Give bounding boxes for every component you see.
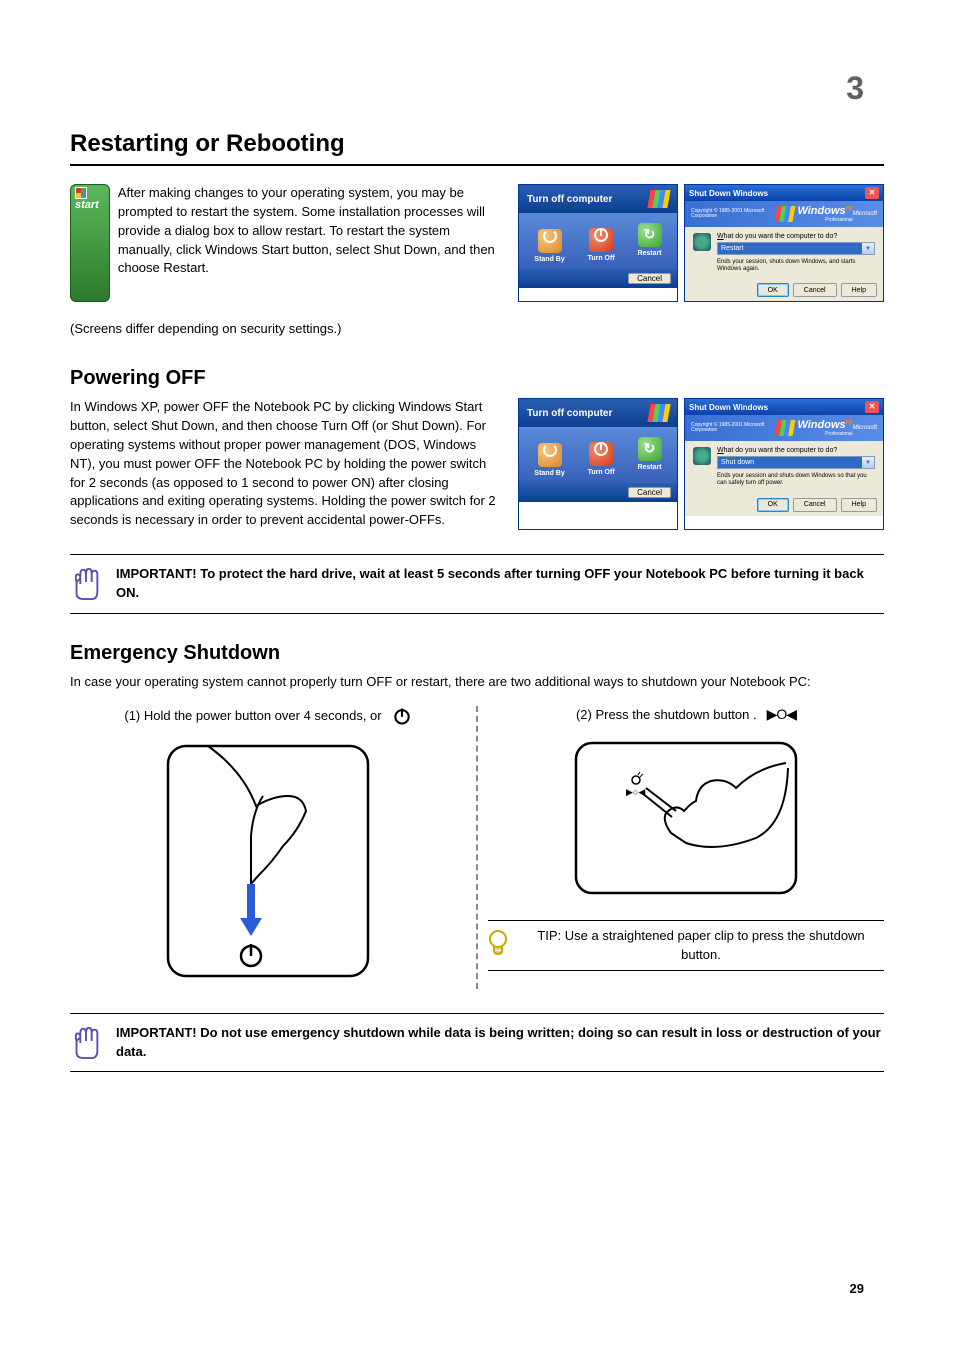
windows-flag-icon bbox=[775, 206, 796, 222]
restart-button[interactable]: Restart bbox=[637, 223, 661, 263]
turn-off-icon bbox=[589, 228, 613, 252]
chapter-number: 3 bbox=[846, 70, 864, 107]
start-button-label: start bbox=[75, 199, 99, 211]
ok-button[interactable]: OK bbox=[757, 498, 789, 512]
vertical-divider bbox=[476, 706, 478, 989]
turn-off-icon bbox=[589, 442, 613, 466]
emergency-paragraph: In case your operating system cannot pro… bbox=[70, 673, 884, 692]
method1-caption: (1) Hold the power button over 4 seconds… bbox=[124, 708, 381, 723]
turn-off-computer-panel-shutdown: Turn off computer Stand By Turn Off Rest… bbox=[518, 398, 678, 530]
copyright-text: Copyright © 1985-2001 Microsoft Corporat… bbox=[691, 209, 776, 220]
standby-icon bbox=[538, 229, 562, 253]
copyright-text: Copyright © 1985-2001 Microsoft Corporat… bbox=[691, 423, 776, 434]
restart-icon bbox=[638, 223, 662, 247]
reset-glyph-icon: ▶○◀ bbox=[626, 787, 645, 797]
restart-icon bbox=[638, 437, 662, 461]
hand-stop-icon bbox=[70, 565, 102, 601]
shield-icon bbox=[693, 233, 711, 251]
chevron-down-icon: ▼ bbox=[862, 243, 874, 254]
action-description: Ends your session and shuts down Windows… bbox=[717, 473, 875, 487]
restart-paragraph: After making changes to your operating s… bbox=[118, 184, 498, 302]
turn-off-title: Turn off computer bbox=[527, 194, 612, 205]
turn-off-title: Turn off computer bbox=[527, 408, 612, 419]
important-text: IMPORTANT! Do not use emergency shutdown… bbox=[116, 1024, 884, 1062]
turn-off-computer-panel-restart: Turn off computer Stand By Turn Off Rest… bbox=[518, 184, 678, 302]
shutdown-action-select[interactable]: Restart ▼ bbox=[717, 242, 875, 255]
standby-icon bbox=[538, 443, 562, 467]
power-off-paragraph: In Windows XP, power OFF the Notebook PC… bbox=[70, 398, 498, 530]
restart-button[interactable]: Restart bbox=[637, 437, 661, 477]
cancel-button[interactable]: Cancel bbox=[628, 487, 671, 498]
windows-flag-icon bbox=[75, 187, 87, 199]
close-icon[interactable]: ✕ bbox=[865, 401, 879, 413]
help-button[interactable]: Help bbox=[841, 498, 877, 512]
dialog-title: Shut Down Windows bbox=[689, 189, 768, 198]
windows-xp-logo: Windowsxp bbox=[797, 419, 852, 431]
hand-stop-icon bbox=[70, 1024, 102, 1060]
shutdown-prompt: What do you want the computer to do? bbox=[717, 447, 875, 454]
turn-off-button[interactable]: Turn Off bbox=[588, 437, 615, 477]
close-icon[interactable]: ✕ bbox=[865, 187, 879, 199]
microsoft-label: Microsoft bbox=[853, 425, 877, 431]
power-icon bbox=[392, 706, 412, 726]
microsoft-label: Microsoft bbox=[853, 211, 877, 217]
press-shutdown-button-illustration: ▶○◀ bbox=[556, 733, 816, 903]
power-off-heading: Powering OFF bbox=[70, 367, 884, 390]
dialog-title: Shut Down Windows bbox=[689, 403, 768, 412]
windows-flag-icon bbox=[775, 420, 796, 436]
hold-power-button-illustration bbox=[148, 736, 388, 986]
ok-button[interactable]: OK bbox=[757, 283, 789, 297]
tip-text: TIP: Use a straightened paper clip to pr… bbox=[518, 927, 884, 965]
shutdown-dialog-shutdown: Shut Down Windows ✕ Copyright © 1985-200… bbox=[684, 398, 884, 530]
important-text: IMPORTANT! To protect the hard drive, wa… bbox=[116, 565, 884, 603]
reset-glyph-icon: ▶O◀ bbox=[767, 706, 796, 723]
tip-callout: TIP: Use a straightened paper clip to pr… bbox=[488, 920, 884, 972]
shield-icon bbox=[693, 447, 711, 465]
section-rule bbox=[70, 164, 884, 166]
cancel-button[interactable]: Cancel bbox=[628, 273, 671, 284]
lightbulb-icon bbox=[488, 929, 508, 957]
section-heading: Restarting or Rebooting bbox=[70, 130, 884, 158]
method2-caption: (2) Press the shutdown button . bbox=[576, 707, 757, 722]
chevron-down-icon: ▼ bbox=[862, 457, 874, 468]
turn-off-button[interactable]: Turn Off bbox=[588, 223, 615, 263]
emergency-shutdown-heading: Emergency Shutdown bbox=[70, 642, 884, 665]
shutdown-prompt: WWhat do you want the computer to do?hat… bbox=[717, 233, 875, 240]
cancel-button[interactable]: Cancel bbox=[793, 283, 837, 297]
start-button[interactable]: start bbox=[70, 184, 110, 302]
screens-caption: (Screens differ depending on security se… bbox=[70, 320, 884, 339]
action-description: Ends your session, shuts down Windows, a… bbox=[717, 259, 875, 273]
shutdown-dialog-restart: Shut Down Windows ✕ Copyright © 1985-200… bbox=[684, 184, 884, 302]
help-button[interactable]: Help bbox=[841, 283, 877, 297]
windows-flag-icon bbox=[647, 190, 670, 208]
windows-xp-logo: Windowsxp bbox=[797, 205, 852, 217]
standby-button[interactable]: Stand By bbox=[534, 223, 564, 263]
cancel-button[interactable]: Cancel bbox=[793, 498, 837, 512]
shutdown-action-select[interactable]: Shut down ▼ bbox=[717, 456, 875, 469]
windows-flag-icon bbox=[647, 404, 670, 422]
standby-button[interactable]: Stand By bbox=[534, 437, 564, 477]
page-number: 29 bbox=[850, 1281, 864, 1296]
important-callout: IMPORTANT! To protect the hard drive, wa… bbox=[70, 554, 884, 614]
important-callout: IMPORTANT! Do not use emergency shutdown… bbox=[70, 1013, 884, 1073]
